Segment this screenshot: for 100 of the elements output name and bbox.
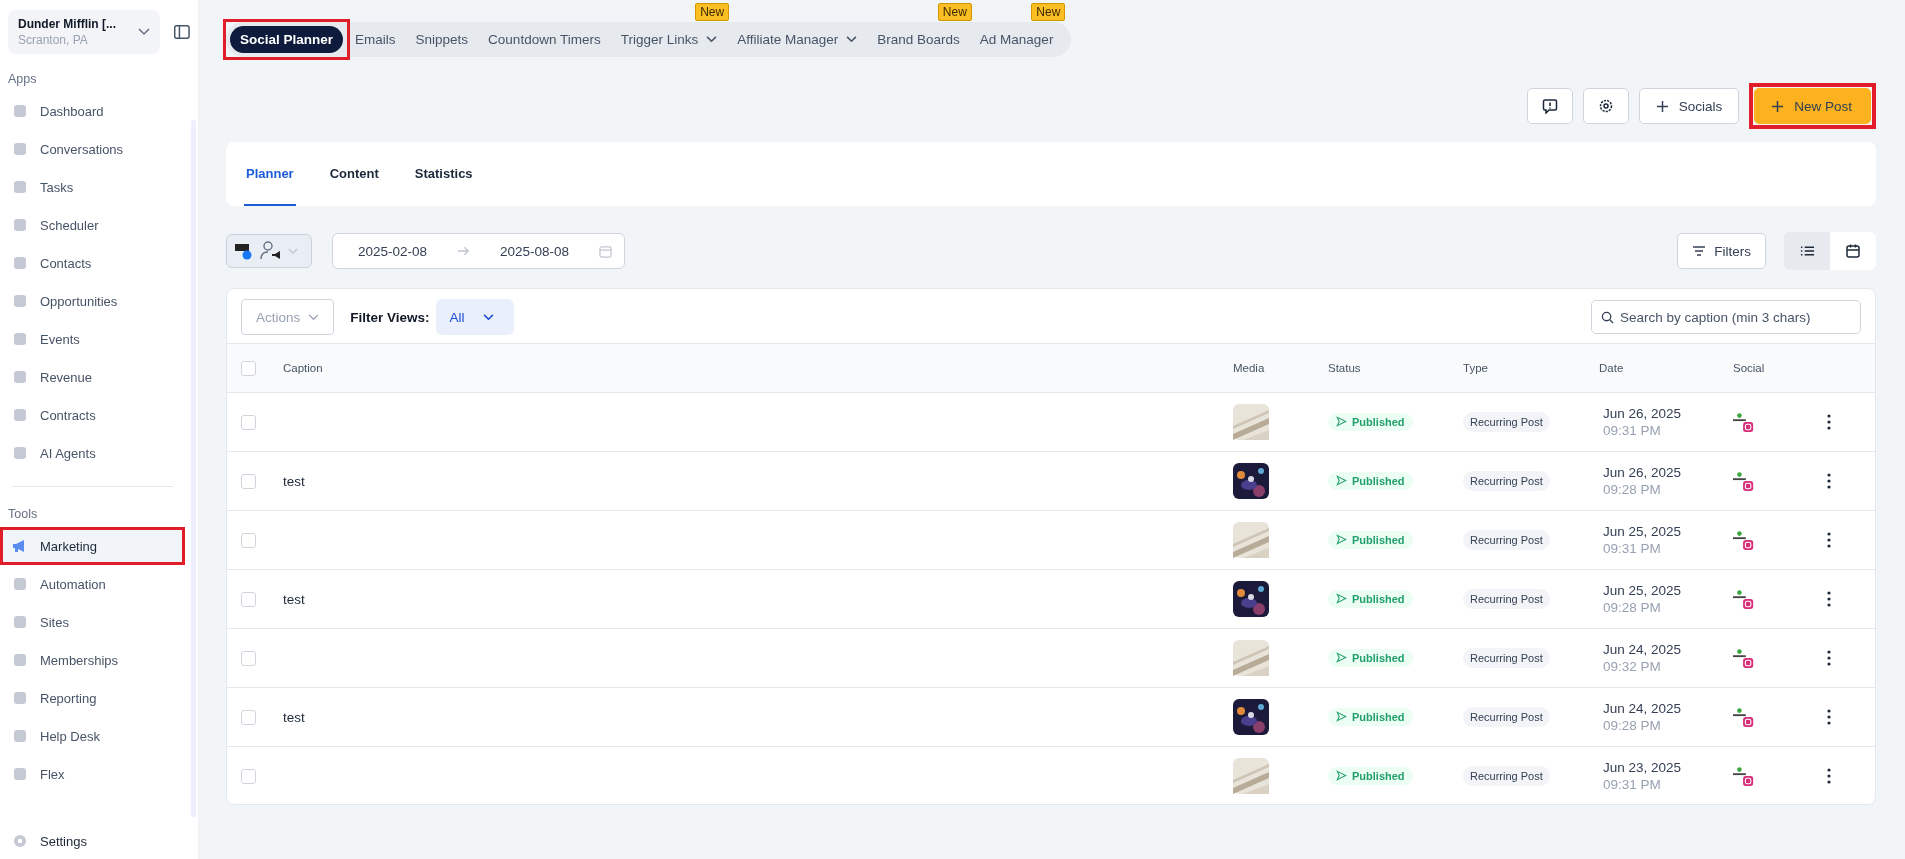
social-accounts-icon bbox=[1733, 529, 1755, 551]
plus-icon bbox=[1771, 99, 1785, 113]
sidebar-item[interactable]: Help Desk bbox=[0, 717, 185, 755]
nav-tab[interactable]: Countdown Timers bbox=[480, 26, 609, 53]
account-name: Dunder Mifflin [... bbox=[18, 17, 117, 31]
nav-tab[interactable]: Affiliate Manager bbox=[729, 26, 866, 53]
type-badge: Recurring Post bbox=[1463, 412, 1550, 432]
post-time: 09:28 PM bbox=[1603, 482, 1661, 497]
nav-tab[interactable]: Snippets bbox=[407, 26, 477, 53]
filter-views-label: Filter Views: bbox=[350, 309, 430, 325]
select-all-checkbox[interactable] bbox=[241, 360, 256, 376]
app-icon bbox=[12, 445, 28, 461]
new-badge: New bbox=[937, 3, 972, 21]
sidebar-item[interactable]: Revenue bbox=[0, 358, 185, 396]
row-checkbox[interactable] bbox=[241, 768, 256, 784]
filter-icon bbox=[1692, 245, 1707, 257]
social-accounts-icon bbox=[1733, 411, 1755, 433]
settings-button[interactable] bbox=[1582, 88, 1629, 124]
sidebar-item[interactable]: Scheduler bbox=[0, 206, 185, 244]
type-badge: Recurring Post bbox=[1463, 589, 1550, 609]
nav-tab[interactable]: Social Planner bbox=[230, 26, 344, 53]
settings-item[interactable]: Settings bbox=[0, 825, 198, 859]
row-checkbox[interactable] bbox=[241, 414, 256, 430]
view-tab[interactable]: Content bbox=[327, 142, 381, 206]
sidebar-item[interactable]: Flex bbox=[0, 755, 185, 793]
sidebar-toggle-icon[interactable] bbox=[174, 25, 190, 39]
plus-icon bbox=[1655, 99, 1669, 113]
new-post-button[interactable]: New Post bbox=[1754, 88, 1871, 124]
nav-tab[interactable]: Brand Boards bbox=[869, 26, 968, 53]
type-badge: Recurring Post bbox=[1463, 707, 1550, 727]
sidebar-item[interactable]: Marketing bbox=[0, 527, 185, 565]
more-options-icon[interactable] bbox=[1827, 532, 1831, 548]
sidebar-item[interactable]: Reporting bbox=[0, 679, 185, 717]
sidebar-item[interactable]: Contacts bbox=[0, 244, 185, 282]
more-options-icon[interactable] bbox=[1827, 650, 1831, 666]
sidebar-item[interactable]: Events bbox=[0, 320, 185, 358]
more-options-icon[interactable] bbox=[1827, 414, 1831, 430]
filter-views-dropdown[interactable]: All bbox=[435, 299, 514, 335]
app-icon bbox=[12, 141, 28, 157]
sidebar-item[interactable]: AI Agents bbox=[0, 434, 185, 472]
sidebar-item[interactable]: Memberships bbox=[0, 641, 185, 679]
nav-tab[interactable]: Ad Manager bbox=[971, 26, 1062, 53]
more-options-icon[interactable] bbox=[1827, 768, 1831, 784]
sidebar-item[interactable]: Opportunities bbox=[0, 282, 185, 320]
filters-button[interactable]: Filters bbox=[1677, 233, 1766, 269]
social-accounts-icon bbox=[1733, 765, 1755, 787]
nav-tab[interactable]: Trigger Links bbox=[612, 26, 726, 53]
column-header: Date bbox=[1599, 362, 1625, 374]
status-badge: Published bbox=[1328, 412, 1413, 431]
view-tab[interactable]: Planner bbox=[244, 142, 296, 206]
row-checkbox[interactable] bbox=[241, 709, 256, 725]
view-tab[interactable]: Statistics bbox=[412, 142, 475, 206]
feedback-button[interactable] bbox=[1526, 88, 1573, 124]
row-checkbox[interactable] bbox=[241, 591, 256, 607]
column-header: Social bbox=[1733, 362, 1766, 374]
row-checkbox[interactable] bbox=[241, 532, 256, 548]
search-field[interactable]: Search by caption (min 3 chars) bbox=[1591, 300, 1861, 334]
post-date: Jun 26, 2025 bbox=[1603, 465, 1682, 480]
sidebar-item[interactable]: Tasks bbox=[0, 168, 185, 206]
sidebar-item[interactable]: Sites bbox=[0, 603, 185, 641]
date-range-field[interactable]: 2025-02-08 2025-08-08 bbox=[332, 233, 626, 269]
post-date: Jun 24, 2025 bbox=[1603, 642, 1682, 657]
table-cell: test bbox=[283, 474, 305, 489]
chevron-down-icon bbox=[846, 36, 858, 43]
settings-icon bbox=[1597, 98, 1614, 114]
chevron-down-icon bbox=[482, 313, 494, 321]
column-header: Media bbox=[1233, 362, 1266, 374]
nav-tab[interactable]: Emails bbox=[347, 26, 404, 53]
sidebar-item[interactable]: Dashboard bbox=[0, 92, 185, 130]
app-icon bbox=[12, 255, 28, 271]
chevron-down-icon bbox=[288, 247, 298, 255]
more-options-icon[interactable] bbox=[1827, 591, 1831, 607]
account-switcher[interactable]: Dunder Mifflin [... Scranton, PA bbox=[8, 10, 161, 54]
account-picker[interactable] bbox=[226, 234, 312, 268]
section-title: Apps bbox=[7, 71, 38, 88]
status-badge: Published bbox=[1328, 530, 1413, 549]
app-icon bbox=[12, 766, 28, 782]
post-date: Jun 25, 2025 bbox=[1603, 583, 1682, 598]
row-checkbox[interactable] bbox=[241, 473, 256, 489]
column-header: Type bbox=[1463, 362, 1489, 374]
sidebar-item[interactable]: Automation bbox=[0, 565, 185, 603]
social-accounts-icon bbox=[1733, 588, 1755, 610]
table-cell: test bbox=[283, 710, 305, 725]
socials-button[interactable]: Socials bbox=[1638, 88, 1740, 124]
sidebar-item[interactable]: Conversations bbox=[0, 130, 185, 168]
more-options-icon[interactable] bbox=[1827, 709, 1831, 725]
sidebar-item[interactable]: Contracts bbox=[0, 396, 185, 434]
row-checkbox[interactable] bbox=[241, 650, 256, 666]
app-icon bbox=[12, 217, 28, 233]
calendar-view-button[interactable] bbox=[1830, 232, 1876, 270]
status-badge: Published bbox=[1328, 589, 1413, 608]
arrow-right-icon bbox=[457, 246, 471, 256]
social-accounts-icon bbox=[1733, 647, 1755, 669]
status-badge: Published bbox=[1328, 471, 1413, 490]
more-options-icon[interactable] bbox=[1827, 473, 1831, 489]
gear-icon bbox=[12, 833, 28, 849]
type-badge: Recurring Post bbox=[1463, 766, 1550, 786]
app-icon bbox=[12, 293, 28, 309]
post-date: Jun 26, 2025 bbox=[1603, 406, 1682, 421]
app-icon bbox=[12, 179, 28, 195]
